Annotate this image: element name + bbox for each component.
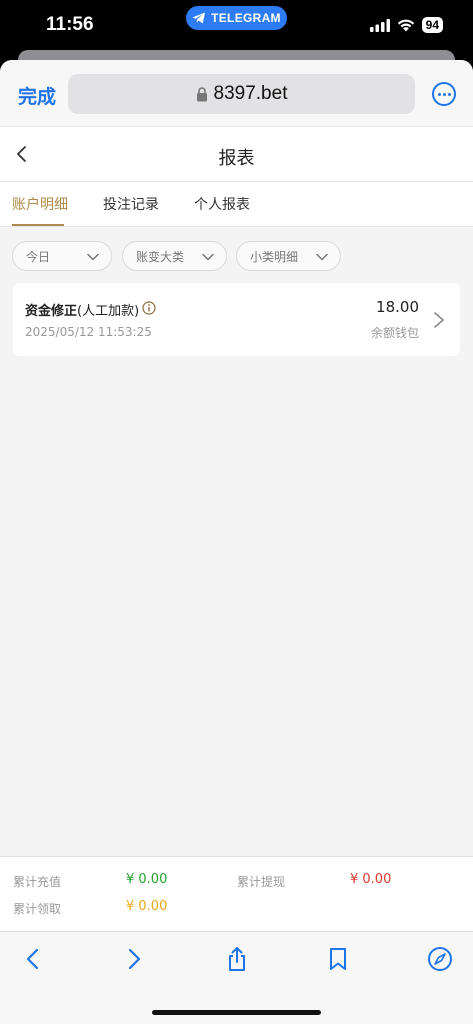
total-withdraw-value: ¥ 0.00: [350, 872, 392, 887]
done-button[interactable]: 完成: [18, 82, 56, 109]
category-filter-label: 账变大类: [136, 249, 185, 264]
battery-indicator: 94: [421, 17, 443, 33]
chevron-down-icon: [87, 253, 99, 261]
status-time: 11:56: [46, 14, 94, 35]
page-title: 报表: [218, 148, 255, 169]
lock-icon: [196, 86, 207, 101]
total-claim-value: ¥ 0.00: [126, 899, 168, 914]
record-type: 资金修正: [25, 304, 78, 319]
record-amount: 18.00: [376, 298, 419, 316]
date-filter-label: 今日: [26, 249, 51, 264]
browser-sheet: 完成 8397.bet 报表 账户明细 投注记录 个人报表 今日 账变大类 小类…: [0, 60, 473, 1024]
record-title: 资金修正(人工加款): [25, 300, 139, 319]
browser-toolbar: [0, 931, 473, 1024]
compass-icon[interactable]: [427, 946, 453, 972]
record-subtype: (人工加款): [77, 304, 140, 319]
transaction-record[interactable]: 资金修正(人工加款) 2025/05/12 11:53:25 18.00 余额钱…: [13, 283, 460, 356]
forward-icon[interactable]: [121, 946, 147, 972]
subcategory-filter-dropdown[interactable]: 小类明细: [236, 241, 341, 271]
back-icon[interactable]: [20, 946, 46, 972]
home-indicator: [152, 1010, 321, 1015]
info-icon[interactable]: [142, 301, 156, 315]
wifi-icon: [397, 19, 414, 31]
summary-panel: 累计充值 ¥ 0.00 累计提现 ¥ 0.00 累计领取 ¥ 0.00: [0, 856, 473, 931]
active-tab-indicator: [12, 224, 64, 226]
telegram-back-pill[interactable]: TELEGRAM: [186, 6, 287, 30]
chevron-down-icon: [316, 253, 328, 261]
url-text: 8397.bet: [213, 83, 288, 104]
total-recharge-value: ¥ 0.00: [126, 872, 168, 887]
filter-bar: 今日 账变大类 小类明细: [0, 227, 473, 283]
cellular-signal-icon: [369, 18, 390, 32]
share-icon[interactable]: [224, 946, 250, 972]
status-bar: 11:56 TELEGRAM 94: [0, 0, 473, 52]
total-claim-label: 累计领取: [13, 902, 62, 916]
telegram-icon: [192, 12, 206, 24]
category-filter-dropdown[interactable]: 账变大类: [122, 241, 227, 271]
subcategory-filter-label: 小类明细: [250, 249, 299, 264]
chevron-down-icon: [202, 253, 214, 261]
tab-bet-records[interactable]: 投注记录: [103, 194, 159, 214]
telegram-pill-label: TELEGRAM: [211, 11, 281, 25]
more-options-icon[interactable]: [432, 82, 456, 106]
record-wallet: 余额钱包: [370, 326, 419, 340]
record-timestamp: 2025/05/12 11:53:25: [25, 325, 152, 339]
tab-account-details[interactable]: 账户明细: [12, 194, 68, 214]
report-tabs: 账户明细 投注记录 个人报表: [0, 182, 473, 227]
page-header: 报表: [0, 126, 473, 182]
bookmarks-icon[interactable]: [325, 946, 351, 972]
total-recharge-label: 累计充值: [13, 875, 62, 889]
date-filter-dropdown[interactable]: 今日: [12, 241, 112, 271]
browser-top-bar: 完成 8397.bet: [0, 60, 473, 126]
chevron-right-icon: [434, 312, 444, 328]
total-withdraw-label: 累计提现: [237, 875, 286, 889]
address-bar[interactable]: 8397.bet: [68, 74, 415, 114]
tab-personal-report[interactable]: 个人报表: [194, 194, 250, 214]
